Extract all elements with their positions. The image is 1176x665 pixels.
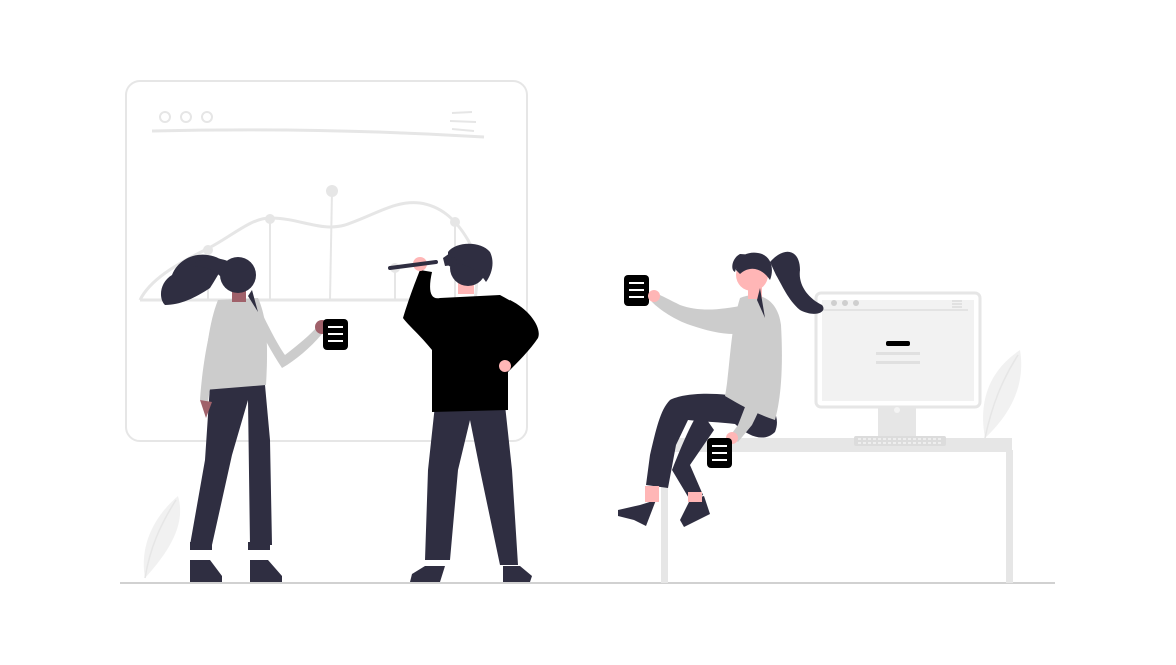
monitor-icon [814,291,982,438]
document-icon [624,275,649,306]
keyboard-icon [854,436,946,446]
woman-sitting [618,251,824,527]
leaf-icon [143,496,181,579]
document-icon [707,438,732,468]
leaf-icon [983,350,1022,439]
teamwork-illustration [120,80,1055,584]
document-icon [323,319,348,350]
